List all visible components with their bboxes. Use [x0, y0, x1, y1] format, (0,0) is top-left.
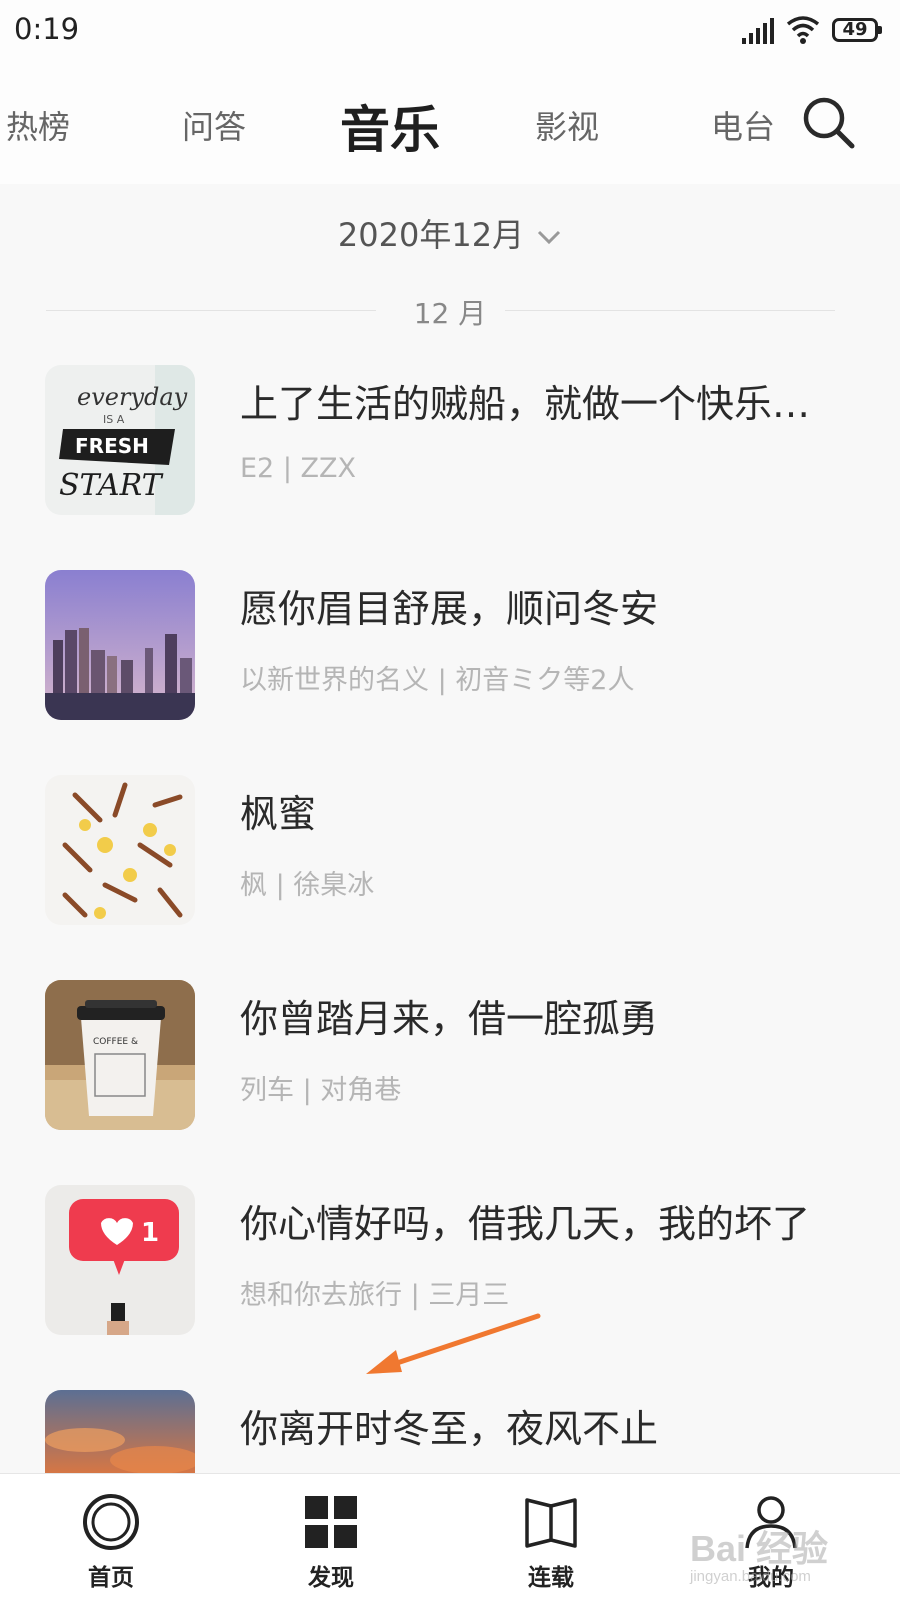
cover-text-fresh: FRESH — [75, 434, 149, 458]
song-item[interactable]: COFFEE & 你曾踏月来，借一腔孤勇 列车 | 对角巷 — [0, 978, 900, 1183]
cover-skyline-image — [45, 570, 195, 720]
nav-serial-label: 连载 — [528, 1565, 574, 1591]
chevron-down-icon — [538, 230, 561, 245]
song-subtitle: 以新世界的名义 | 初音ミク等2人 — [240, 665, 635, 696]
song-subtitle: 列车 | 对角巷 — [240, 1075, 402, 1106]
cover-coffee-image: COFFEE & — [45, 980, 195, 1130]
nav-home-label: 首页 — [88, 1565, 134, 1591]
song-cover: COFFEE & — [45, 980, 195, 1130]
home-ring-icon — [83, 1494, 139, 1550]
month-picker[interactable]: 2020年12月 — [0, 210, 900, 256]
song-item[interactable]: 枫蜜 枫 | 徐臬冰 — [0, 773, 900, 978]
song-cover — [45, 775, 195, 925]
cover-sunset-image — [45, 1390, 195, 1473]
tab-hot[interactable]: 热榜 — [6, 102, 70, 148]
song-cover: everyday IS A FRESH START — [45, 365, 195, 515]
song-subtitle: 想和你去旅行 | 三月三 — [240, 1280, 510, 1311]
song-item[interactable]: 你离开时冬至，夜风不止 — [0, 1388, 900, 1473]
nav-discover-label: 发现 — [308, 1565, 354, 1591]
watermark-sub: jingyan.baidu.com — [690, 1568, 811, 1585]
status-bar: 0:19 49 — [0, 0, 900, 66]
annotation-arrow — [366, 1313, 541, 1374]
cover-heart-like-image: 1 — [45, 1185, 195, 1335]
song-subtitle: 枫 | 徐臬冰 — [240, 870, 375, 901]
search-icon[interactable] — [802, 96, 856, 150]
song-subtitle: E2 | ZZX — [240, 453, 356, 484]
battery-icon: 49 — [832, 18, 882, 42]
nav-home[interactable]: 首页 — [51, 1474, 171, 1601]
watermark-text: Bai 经验 — [690, 1528, 829, 1569]
grid-icon — [305, 1496, 357, 1548]
tab-video[interactable]: 影视 — [535, 102, 599, 148]
cover-text-start: START — [59, 468, 164, 503]
category-tabs: 热榜 问答 音乐 影视 电台 — [0, 66, 900, 184]
song-title: 枫蜜 — [240, 792, 317, 836]
nav-discover[interactable]: 发现 — [271, 1474, 391, 1601]
tab-music[interactable]: 音乐 — [340, 90, 440, 162]
song-title: 上了生活的贼船，就做一个快乐… — [240, 382, 811, 426]
tab-qa[interactable]: 问答 — [182, 102, 246, 148]
song-cover — [45, 1390, 195, 1473]
cover-text-coffee: COFFEE & — [93, 1037, 138, 1047]
song-list: everyday IS A FRESH START 上了生活的贼船，就做一个快乐… — [0, 363, 900, 1473]
cover-text-everyday: everyday — [77, 383, 188, 411]
wifi-icon — [786, 16, 820, 44]
status-time: 0:19 — [14, 12, 80, 46]
divider-right — [505, 310, 835, 311]
song-title: 愿你眉目舒展，顺问冬安 — [240, 587, 659, 631]
tab-radio[interactable]: 电台 — [711, 102, 775, 148]
battery-level: 49 — [842, 19, 868, 40]
month-picker-label: 2020年12月 — [337, 216, 525, 254]
baidu-watermark: Bai 经验 jingyan.baidu.com — [690, 1520, 828, 1585]
cover-text-like-count: 1 — [141, 1218, 159, 1248]
song-item[interactable]: everyday IS A FRESH START 上了生活的贼船，就做一个快乐… — [0, 363, 900, 568]
song-title: 你曾踏月来，借一腔孤勇 — [240, 997, 659, 1041]
signal-icon — [742, 18, 774, 44]
cover-cinnamon-image — [45, 775, 195, 925]
book-icon — [525, 1498, 577, 1548]
song-title: 你离开时冬至，夜风不止 — [240, 1407, 659, 1451]
cover-text-is-a: IS A — [103, 413, 125, 426]
song-cover: 1 — [45, 1185, 195, 1335]
song-title: 你心情好吗，借我几天，我的坏了 — [240, 1202, 811, 1246]
nav-serial[interactable]: 连载 — [491, 1474, 611, 1601]
song-cover — [45, 570, 195, 720]
song-item[interactable]: 愿你眉目舒展，顺问冬安 以新世界的名义 | 初音ミク等2人 — [0, 568, 900, 773]
cover-lettering-image: everyday IS A FRESH START — [45, 365, 195, 515]
section-month-label: 12 月 — [413, 297, 487, 330]
